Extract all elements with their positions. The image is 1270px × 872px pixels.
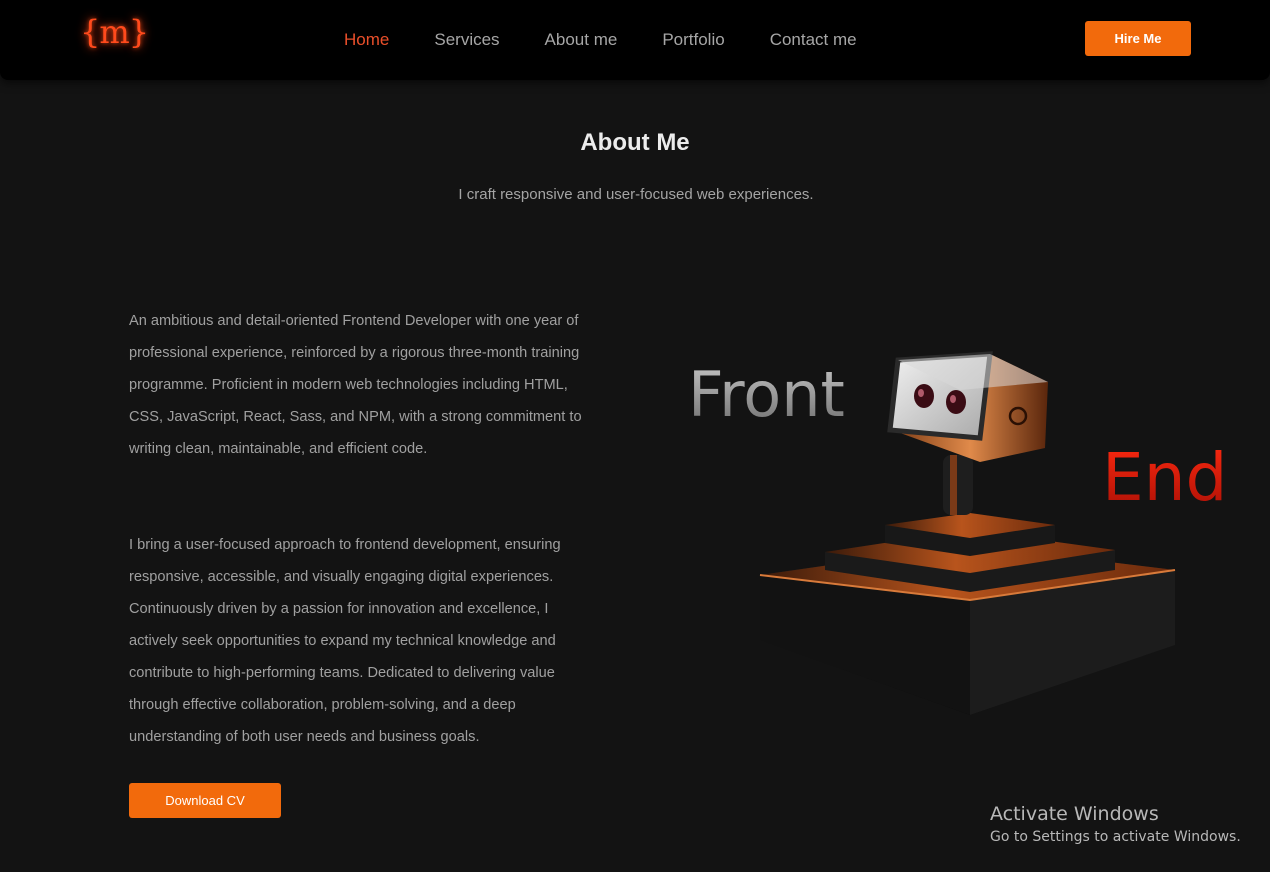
section-subtitle: I craft responsive and user-focused web … — [458, 186, 814, 203]
robot-base — [759, 513, 1176, 715]
frontend-robot-illustration: Front End — [688, 351, 1227, 715]
end-text: End — [1102, 439, 1227, 516]
nav-link-contact[interactable]: Contact me — [770, 30, 857, 50]
about-paragraph-1: An ambitious and detail-oriented Fronten… — [129, 313, 582, 457]
nav-menu: Home Services About me Portfolio Contact… — [344, 30, 857, 50]
nav-link-services[interactable]: Services — [434, 30, 499, 50]
nav-link-portfolio[interactable]: Portfolio — [662, 30, 724, 50]
site-logo[interactable]: {m} — [80, 13, 149, 51]
download-cv-button[interactable]: Download CV — [129, 783, 281, 818]
watermark-subtitle: Go to Settings to activate Windows. — [990, 829, 1241, 845]
hire-me-button[interactable]: Hire Me — [1085, 21, 1191, 56]
robot-head — [887, 351, 1048, 462]
robot-neck — [943, 455, 973, 515]
watermark-title: Activate Windows — [990, 803, 1159, 825]
nav-link-home[interactable]: Home — [344, 30, 389, 50]
navbar: {m} Home Services About me Portfolio Con… — [0, 0, 1270, 80]
front-text: Front — [688, 358, 845, 431]
section-title: About Me — [580, 129, 690, 156]
nav-link-about[interactable]: About me — [545, 30, 618, 50]
windows-activation-watermark: Activate Windows Go to Settings to activ… — [990, 803, 1241, 847]
about-paragraph-2: I bring a user-focused approach to front… — [129, 537, 561, 745]
